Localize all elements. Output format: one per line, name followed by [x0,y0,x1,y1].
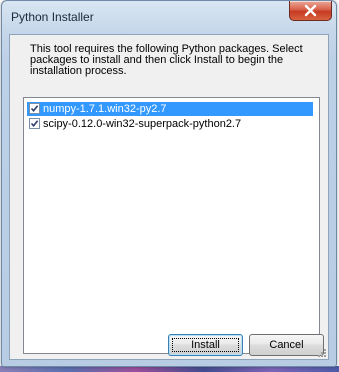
window-title: Python Installer [11,10,94,24]
check-icon [30,105,39,113]
package-list[interactable]: numpy-1.7.1.win32-py2.7 scipy-0.12.0-win… [23,97,320,354]
package-item-scipy[interactable]: scipy-0.12.0-win32-superpack-python2.7 [27,117,313,131]
cancel-button-label: Cancel [269,339,304,351]
cancel-button[interactable]: Cancel [249,334,324,356]
install-button[interactable]: Install [168,334,243,356]
package-label: numpy-1.7.1.win32-py2.7 [43,103,167,115]
close-button[interactable] [289,1,332,21]
close-icon [304,4,317,17]
install-button-label: Install [191,339,220,351]
dialog-body: This tool requires the following Python … [9,34,329,360]
package-checkbox-scipy[interactable] [29,118,40,129]
installer-window: Python Installer This tool requires the … [1,0,337,367]
resize-grip-icon[interactable] [316,347,327,358]
package-item-numpy[interactable]: numpy-1.7.1.win32-py2.7 [27,102,313,116]
package-label: scipy-0.12.0-win32-superpack-python2.7 [43,118,242,130]
desktop: Python Installer This tool requires the … [0,0,339,372]
instruction-message: This tool requires the following Python … [30,43,303,77]
title-bar[interactable]: Python Installer [2,1,336,35]
package-checkbox-numpy[interactable] [29,103,40,114]
check-icon [30,120,39,128]
